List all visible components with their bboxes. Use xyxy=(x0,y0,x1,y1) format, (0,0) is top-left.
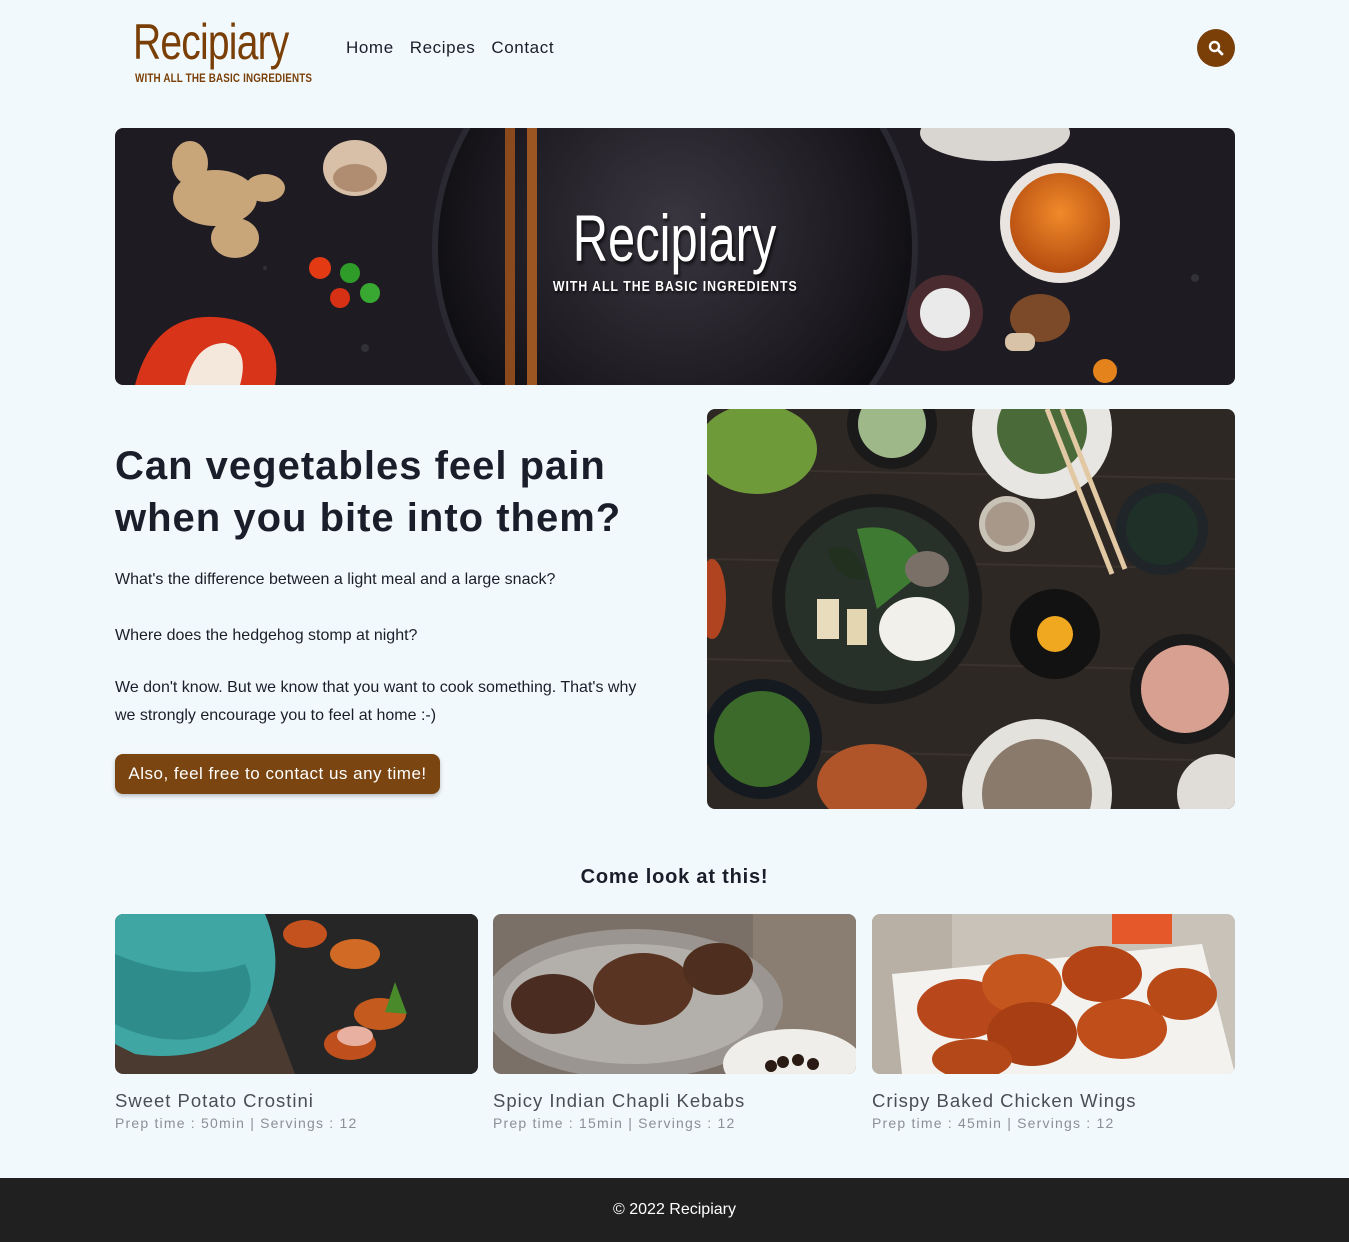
recipe-meta: Prep time : 15min | Servings : 12 xyxy=(493,1115,736,1131)
site-footer: © 2022 Recipiary xyxy=(0,1178,1349,1242)
recipe-meta: Prep time : 50min | Servings : 12 xyxy=(115,1115,358,1131)
recipe-title: Spicy Indian Chapli Kebabs xyxy=(493,1090,746,1111)
recipe-title: Sweet Potato Crostini xyxy=(115,1090,314,1111)
logo-title: Recipiary xyxy=(133,14,289,70)
feature-food-image xyxy=(707,409,1235,809)
recipe-meta: Prep time : 45min | Servings : 12 xyxy=(872,1115,1115,1131)
logo-tagline: WITH ALL THE BASIC INGREDIENTS xyxy=(135,71,313,85)
recipe-card[interactable]: Sweet Potato Crostini Prep time : 50min … xyxy=(115,914,478,1144)
intro-heading: Can vegetables feel pain when you bite i… xyxy=(115,444,622,540)
recipe-title: Crispy Baked Chicken Wings xyxy=(872,1090,1137,1111)
recipe-card[interactable]: Spicy Indian Chapli Kebabs Prep time : 1… xyxy=(493,914,856,1144)
site-logo[interactable]: Recipiary WITH ALL THE BASIC INGREDIENTS xyxy=(133,14,312,88)
intro-paragraph: Where does the hedgehog stomp at night? xyxy=(115,627,418,644)
hero-title: Recipiary xyxy=(573,201,777,275)
nav-recipes-link[interactable]: Recipes xyxy=(410,38,476,58)
hero-tagline: WITH ALL THE BASIC INGREDIENTS xyxy=(552,278,798,295)
intro-paragraph: We don't know. But we know that you want… xyxy=(115,679,637,724)
featured-section-title: Come look at this! xyxy=(580,866,769,888)
footer-copyright: © 2022 Recipiary xyxy=(613,1201,736,1218)
main-nav: Home Recipes Contact xyxy=(346,38,554,58)
intro-paragraph: What's the difference between a light me… xyxy=(115,571,556,588)
hero-banner: Recipiary WITH ALL THE BASIC INGREDIENTS xyxy=(115,128,1235,385)
site-header: Recipiary WITH ALL THE BASIC INGREDIENTS… xyxy=(0,0,1349,100)
recipe-image-sweet-potato-crostini xyxy=(115,914,478,1074)
contact-cta-button[interactable]: Also, feel free to contact us any time! xyxy=(115,754,440,794)
recipe-image-chapli-kebabs xyxy=(493,914,856,1074)
nav-home-link[interactable]: Home xyxy=(346,38,394,58)
recipe-card[interactable]: Crispy Baked Chicken Wings Prep time : 4… xyxy=(872,914,1235,1144)
nav-contact-link[interactable]: Contact xyxy=(491,38,554,58)
search-button[interactable] xyxy=(1197,29,1235,67)
recipe-image-chicken-wings xyxy=(872,914,1235,1074)
search-icon xyxy=(1208,40,1224,56)
